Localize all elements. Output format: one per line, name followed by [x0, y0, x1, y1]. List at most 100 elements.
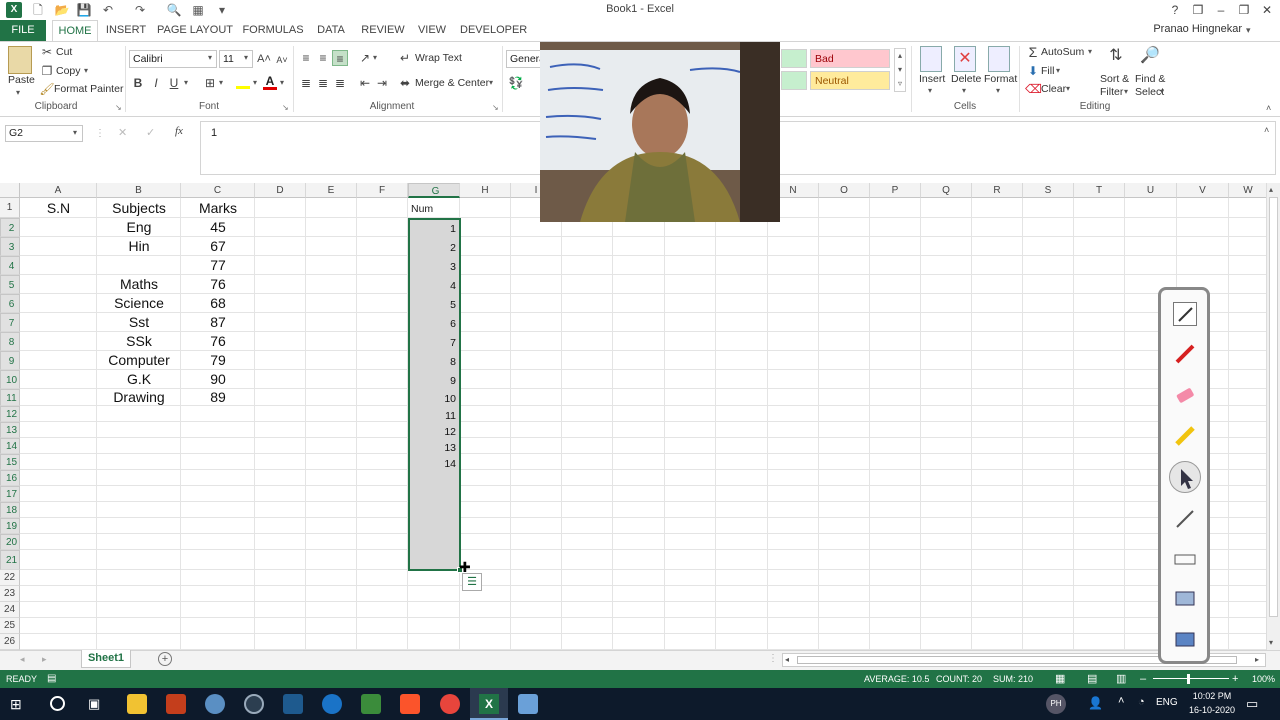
scroll-down-icon[interactable]: ▾: [1269, 638, 1273, 647]
column-header-e[interactable]: E: [306, 183, 357, 198]
scroll-up-icon[interactable]: ▴: [1269, 185, 1273, 194]
orientation-dropdown-icon[interactable]: ▾: [373, 53, 377, 62]
cell-num[interactable]: 11: [410, 408, 459, 424]
wrap-text-button[interactable]: Wrap Text: [415, 52, 462, 64]
collapse-formula-bar-icon[interactable]: ˄: [1264, 125, 1269, 135]
row-header-1[interactable]: 1: [0, 198, 20, 218]
cell-num[interactable]: 5: [410, 296, 459, 315]
format-cells-icon[interactable]: [988, 46, 1010, 72]
row-header-26[interactable]: 26: [0, 634, 20, 650]
style-neutral-cell[interactable]: Neutral: [810, 71, 890, 90]
brave-browser-icon[interactable]: [400, 694, 420, 714]
merge-dropdown-icon[interactable]: ▾: [489, 78, 493, 87]
top-align-icon[interactable]: ≡: [298, 50, 314, 66]
search-cortana-icon[interactable]: [50, 696, 65, 711]
cell-num[interactable]: 6: [410, 315, 459, 334]
page-layout-view-icon[interactable]: ▤: [1087, 670, 1097, 688]
increase-font-icon[interactable]: A˄: [256, 51, 272, 67]
bottom-align-icon[interactable]: ≡: [332, 50, 348, 66]
borders-icon[interactable]: ⊞: [202, 75, 218, 91]
paste-icon[interactable]: [8, 46, 32, 74]
user-name[interactable]: Pranao Hingnekar: [1153, 23, 1242, 35]
row-header-25[interactable]: 25: [0, 618, 20, 634]
format-cells-button[interactable]: Format: [984, 73, 1017, 85]
zoom-level[interactable]: 100%: [1252, 670, 1275, 688]
row-header-8[interactable]: 8: [0, 332, 20, 351]
row-header-4[interactable]: 4: [0, 256, 20, 275]
row-header-12[interactable]: 12: [0, 406, 20, 422]
column-header-g[interactable]: G: [408, 183, 460, 198]
display-settings-icon[interactable]: [1173, 629, 1197, 653]
style-good-cell[interactable]: [781, 71, 807, 90]
format-dropdown-icon[interactable]: ▾: [996, 86, 1000, 95]
copy-dropdown-icon[interactable]: ▾: [84, 66, 88, 75]
minimize-icon[interactable]: –: [1210, 2, 1232, 18]
sort-filter-icon[interactable]: ⇅: [1104, 48, 1128, 72]
insert-dropdown-icon[interactable]: ▾: [928, 86, 932, 95]
cell-subject[interactable]: [97, 256, 181, 275]
cell-num[interactable]: 1: [410, 220, 459, 239]
insert-cells-button[interactable]: Insert: [919, 73, 945, 85]
row-header-13[interactable]: 13: [0, 422, 20, 438]
copy-button[interactable]: Copy: [56, 65, 81, 77]
cut-button[interactable]: Cut: [56, 46, 72, 58]
row-header-10[interactable]: 10: [0, 370, 20, 389]
cell-num[interactable]: 9: [410, 372, 459, 391]
whiteboard-icon[interactable]: [1173, 302, 1197, 326]
row-header-22[interactable]: 22: [0, 570, 20, 586]
paste-label[interactable]: Paste: [8, 74, 35, 86]
row-header-24[interactable]: 24: [0, 602, 20, 618]
font-launcher-icon[interactable]: ↘: [282, 103, 289, 112]
fill-dropdown-icon[interactable]: ▾: [1056, 66, 1060, 75]
cell-subject[interactable]: Sst: [97, 313, 181, 332]
tab-view[interactable]: VIEW: [414, 20, 450, 41]
chrome-icon[interactable]: [440, 694, 460, 714]
row-header-6[interactable]: 6: [0, 294, 20, 313]
cell-g1-header[interactable]: Num: [411, 203, 433, 215]
eraser-icon[interactable]: [1173, 383, 1197, 407]
sheet-tab-sheet1[interactable]: Sheet1: [81, 650, 131, 668]
align-right-icon[interactable]: ≣: [332, 75, 348, 91]
row-header-23[interactable]: 23: [0, 586, 20, 602]
cell-mark[interactable]: 45: [181, 218, 255, 237]
cell-mark[interactable]: 89: [181, 389, 255, 406]
notifications-icon[interactable]: ▭: [1246, 696, 1258, 712]
cell-num[interactable]: 12: [410, 424, 459, 440]
cell-subject[interactable]: Eng: [97, 218, 181, 237]
next-sheet-icon[interactable]: ▸: [42, 654, 47, 665]
insert-cells-icon[interactable]: [920, 46, 942, 72]
people-icon[interactable]: 👤: [1088, 696, 1103, 710]
select-all-corner[interactable]: [0, 183, 20, 198]
tab-formulas[interactable]: FORMULAS: [240, 20, 306, 41]
column-header-d[interactable]: D: [255, 183, 306, 198]
app-icon-5[interactable]: [361, 694, 381, 714]
middle-align-icon[interactable]: ≡: [315, 50, 331, 66]
autofill-options-icon[interactable]: ☰: [462, 573, 482, 591]
language-indicator[interactable]: ENG: [1156, 697, 1178, 708]
highlighter-icon[interactable]: [1173, 424, 1197, 448]
clear-dropdown-icon[interactable]: ▾: [1066, 84, 1070, 93]
cell-subject[interactable]: Maths: [97, 275, 181, 294]
enter-formula-icon[interactable]: ✓: [146, 126, 155, 139]
row-header-2[interactable]: 2: [0, 218, 20, 237]
vertical-scrollbar[interactable]: ▴ ▾: [1266, 183, 1280, 650]
cell-num[interactable]: 10: [410, 391, 459, 408]
clock-date[interactable]: 16-10-2020: [1187, 705, 1237, 715]
copy-icon[interactable]: ❐: [39, 63, 55, 79]
orientation-icon[interactable]: ↗: [357, 50, 373, 66]
tab-insert[interactable]: INSERT: [104, 20, 148, 41]
tab-home[interactable]: HOME: [52, 20, 98, 41]
zoom-slider-thumb[interactable]: [1187, 674, 1190, 684]
ribbon-display-icon[interactable]: ❒: [1187, 2, 1209, 18]
font-color-dropdown-icon[interactable]: ▾: [280, 78, 284, 87]
row-header-20[interactable]: 20: [0, 534, 20, 550]
clock-time[interactable]: 10:02 PM: [1192, 691, 1232, 701]
cell-subject[interactable]: Drawing: [97, 389, 181, 406]
fill-button[interactable]: Fill: [1041, 65, 1054, 77]
italic-button[interactable]: I: [148, 75, 164, 91]
format-painter-icon[interactable]: 🖌: [39, 81, 55, 97]
row-header-19[interactable]: 19: [0, 518, 20, 534]
wifi-icon[interactable]: ◔: [1138, 696, 1145, 708]
tab-data[interactable]: DATA: [312, 20, 350, 41]
show-hidden-icons[interactable]: ˄: [1118, 695, 1124, 707]
